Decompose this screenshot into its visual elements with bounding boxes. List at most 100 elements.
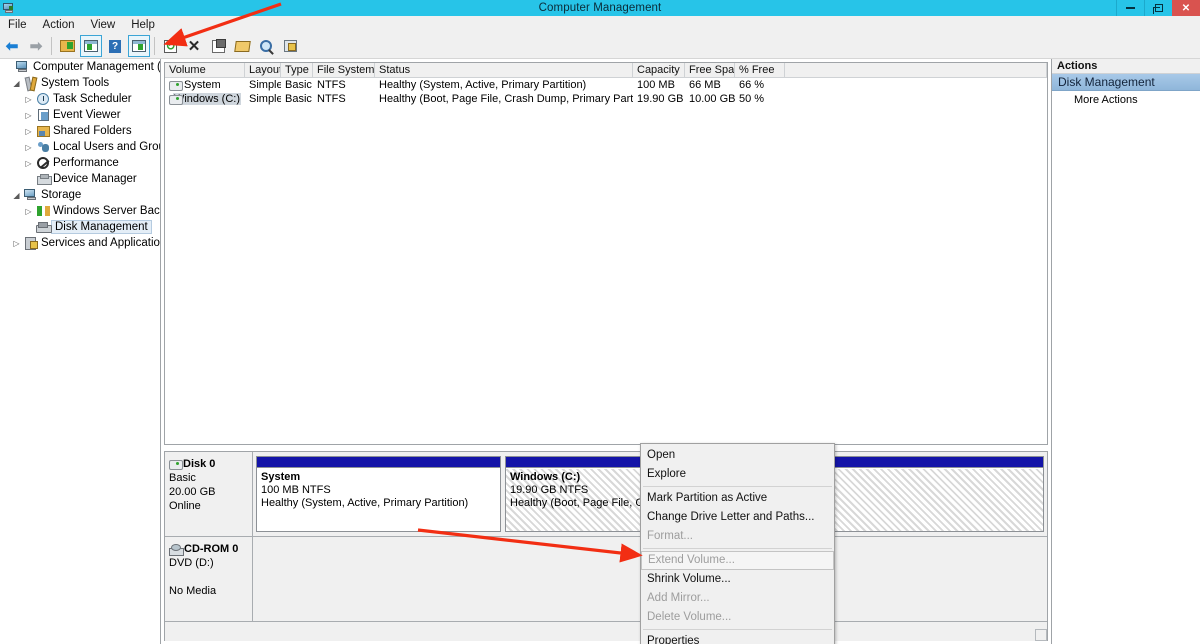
tree-item-performance[interactable]: ▷ Performance bbox=[0, 155, 160, 171]
column-header-volume[interactable]: Volume bbox=[165, 63, 245, 77]
cdrom0-info[interactable]: CD-ROM 0 DVD (D:) No Media bbox=[165, 537, 253, 621]
tree-item-computer-management[interactable]: Computer Management (Local bbox=[0, 59, 160, 75]
cdrom0-type: DVD (D:) bbox=[169, 557, 214, 569]
disk0-name-line: Disk 0 bbox=[169, 457, 248, 471]
forward-arrow-icon[interactable]: ➡ bbox=[25, 35, 47, 57]
column-header-percent-free[interactable]: % Free bbox=[735, 63, 785, 77]
tree-label: Local Users and Groups bbox=[53, 141, 160, 153]
expander-expanded-icon[interactable]: ◢ bbox=[10, 79, 23, 88]
context-menu-item-open[interactable]: Open bbox=[641, 446, 834, 465]
help-icon[interactable]: ? bbox=[104, 35, 126, 57]
tree-label: Computer Management (Local bbox=[33, 61, 160, 73]
cell-file-system: NTFS bbox=[317, 93, 346, 105]
disk0-info[interactable]: Disk 0 Basic 20.00 GB Online bbox=[165, 452, 253, 536]
delete-icon[interactable]: ✕ bbox=[183, 35, 205, 57]
toolbar-separator bbox=[51, 37, 52, 55]
column-header-free-space[interactable]: Free Space bbox=[685, 63, 735, 77]
open-folder-icon[interactable] bbox=[231, 35, 253, 57]
partition-system-text: System 100 MB NTFS Healthy (System, Acti… bbox=[257, 468, 500, 513]
table-row[interactable]: Windows (C:) Simple Basic NTFS Healthy (… bbox=[165, 92, 1047, 106]
tree-item-windows-server-backup[interactable]: ▷ Windows Server Backup bbox=[0, 203, 160, 219]
properties-icon[interactable] bbox=[207, 35, 229, 57]
expander-expanded-icon[interactable]: ◢ bbox=[10, 191, 23, 200]
disk-row-cdrom0[interactable]: CD-ROM 0 DVD (D:) No Media bbox=[165, 537, 1047, 622]
context-menu-item-format: Format... bbox=[647, 530, 694, 542]
tree-item-services-and-applications[interactable]: ▷ Services and Applications bbox=[0, 235, 160, 251]
context-menu-item-delete-volume: Delete Volume... bbox=[647, 611, 732, 623]
column-header-layout[interactable]: Layout bbox=[245, 63, 281, 77]
tree-item-device-manager[interactable]: Device Manager bbox=[0, 171, 160, 187]
tree-item-local-users-and-groups[interactable]: ▷ Local Users and Groups bbox=[0, 139, 160, 155]
context-menu-item-properties[interactable]: Properties bbox=[641, 632, 834, 644]
disk-row-disk0[interactable]: Disk 0 Basic 20.00 GB Online System 100 … bbox=[165, 452, 1047, 537]
expander-collapsed-icon[interactable]: ▷ bbox=[22, 111, 35, 120]
tree-label: Storage bbox=[41, 189, 82, 201]
rescan-disks-icon[interactable] bbox=[279, 35, 301, 57]
computer-icon bbox=[15, 61, 31, 73]
context-menu-item-change-drive-letter-and-paths[interactable]: Change Drive Letter and Paths... bbox=[641, 508, 834, 527]
context-menu-item-mark-partition-as-active[interactable]: Mark Partition as Active bbox=[641, 489, 834, 508]
context-menu-item-extend-volume: Extend Volume... bbox=[641, 551, 834, 570]
expander-collapsed-icon[interactable]: ▷ bbox=[22, 159, 35, 168]
column-header-type[interactable]: Type bbox=[281, 63, 313, 77]
menu-bar: File Action View Help bbox=[0, 16, 1200, 34]
up-folder-icon[interactable] bbox=[56, 35, 78, 57]
cell-file-system: NTFS bbox=[317, 79, 346, 91]
cell-type: Basic bbox=[285, 79, 312, 91]
table-row[interactable]: System Simple Basic NTFS Healthy (System… bbox=[165, 78, 1047, 92]
cell-capacity: 19.90 GB bbox=[637, 93, 684, 105]
tree-item-shared-folders[interactable]: ▷ Shared Folders bbox=[0, 123, 160, 139]
actions-item-disk-management[interactable]: Disk Management bbox=[1052, 74, 1200, 91]
column-header-status[interactable]: Status bbox=[375, 63, 633, 77]
cell-volume: Windows (C:) bbox=[165, 93, 245, 105]
menu-view[interactable]: View bbox=[83, 18, 124, 32]
tree-item-event-viewer[interactable]: ▷ Event Viewer bbox=[0, 107, 160, 123]
column-header-capacity[interactable]: Capacity bbox=[633, 63, 685, 77]
window-controls: ✕ bbox=[1116, 0, 1200, 16]
tree-item-task-scheduler[interactable]: ▷ Task Scheduler bbox=[0, 91, 160, 107]
maximize-restore-button[interactable] bbox=[1144, 0, 1172, 16]
column-header-file-system[interactable]: File System bbox=[313, 63, 375, 77]
refresh-icon[interactable] bbox=[159, 35, 181, 57]
back-arrow-icon[interactable]: ⬅ bbox=[1, 35, 23, 57]
volume-icon bbox=[169, 81, 183, 91]
tree-item-storage[interactable]: ◢ Storage bbox=[0, 187, 160, 203]
expander-collapsed-icon[interactable]: ▷ bbox=[22, 95, 35, 104]
cell-layout: Simple bbox=[249, 79, 281, 91]
volume-list[interactable]: Volume Layout Type File System Status Ca… bbox=[164, 62, 1048, 445]
context-menu-separator bbox=[643, 548, 832, 549]
expander-collapsed-icon[interactable]: ▷ bbox=[22, 127, 35, 136]
minimize-button[interactable] bbox=[1116, 0, 1144, 16]
close-button[interactable]: ✕ bbox=[1172, 0, 1200, 16]
actions-item-more-actions[interactable]: More Actions bbox=[1052, 91, 1200, 109]
menu-help[interactable]: Help bbox=[123, 18, 163, 32]
storage-icon bbox=[23, 189, 39, 201]
expander-collapsed-icon[interactable]: ▷ bbox=[10, 239, 23, 248]
partition-system[interactable]: System 100 MB NTFS Healthy (System, Acti… bbox=[256, 456, 501, 532]
context-menu-item-explore[interactable]: Explore bbox=[641, 465, 834, 484]
tree-item-disk-management[interactable]: Disk Management bbox=[0, 219, 160, 235]
menu-action[interactable]: Action bbox=[35, 18, 83, 32]
expander-collapsed-icon[interactable]: ▷ bbox=[22, 207, 35, 216]
show-hide-action-pane-icon[interactable] bbox=[128, 35, 150, 57]
graphical-disk-view[interactable]: Disk 0 Basic 20.00 GB Online System 100 … bbox=[164, 451, 1048, 641]
cell-volume: System bbox=[165, 79, 245, 91]
volume-list-header: Volume Layout Type File System Status Ca… bbox=[165, 63, 1047, 78]
expander-collapsed-icon[interactable]: ▷ bbox=[22, 143, 35, 152]
clock-icon bbox=[35, 93, 51, 105]
volume-context-menu[interactable]: Open Explore Mark Partition as Active Ch… bbox=[640, 443, 835, 644]
cdrom0-state: No Media bbox=[169, 585, 217, 597]
console-tree[interactable]: Computer Management (Local ◢ System Tool… bbox=[0, 59, 161, 644]
scroll-corner[interactable] bbox=[1035, 629, 1047, 641]
tree-item-system-tools[interactable]: ◢ System Tools bbox=[0, 75, 160, 91]
context-menu-item-shrink-volume[interactable]: Shrink Volume... bbox=[641, 570, 834, 589]
search-icon[interactable] bbox=[255, 35, 277, 57]
tree-label: Disk Management bbox=[51, 220, 152, 234]
tree-label: System Tools bbox=[41, 77, 110, 89]
performance-icon bbox=[35, 157, 51, 169]
cdrom0-name: CD-ROM 0 bbox=[184, 543, 239, 555]
show-hide-console-tree-icon[interactable] bbox=[80, 35, 102, 57]
menu-file[interactable]: File bbox=[0, 18, 35, 32]
disk0-name: Disk 0 bbox=[183, 458, 216, 470]
column-header-filler bbox=[785, 63, 1047, 77]
